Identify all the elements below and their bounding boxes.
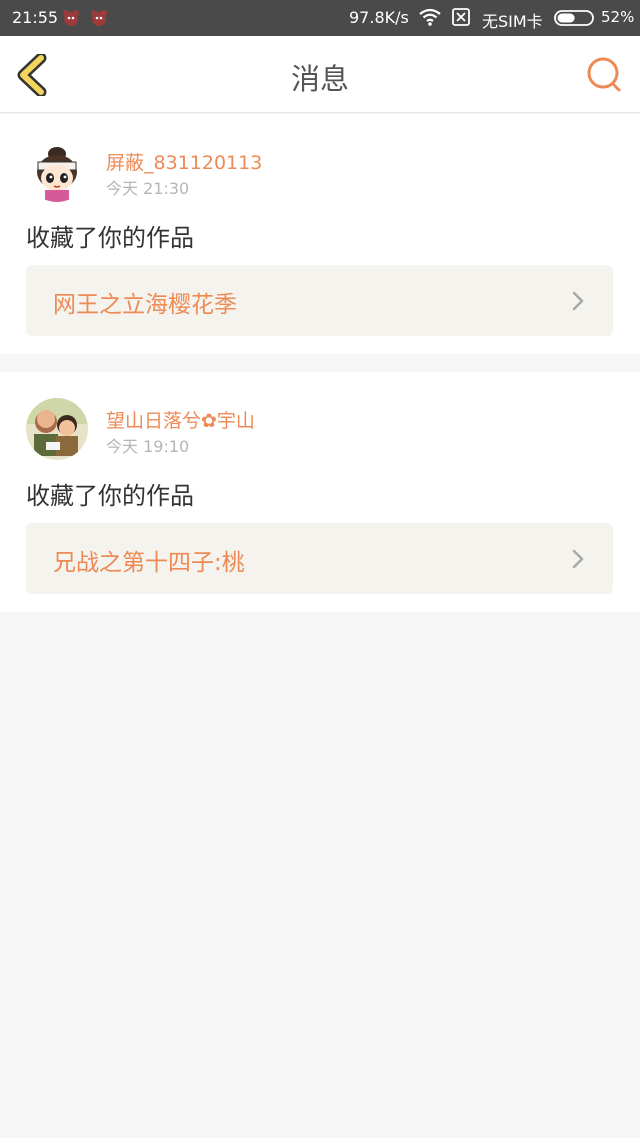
work-link[interactable]: 网王之立海樱花季 <box>26 265 613 336</box>
notification-action: 收藏了你的作品 <box>26 224 194 252</box>
battery-icon <box>554 10 594 26</box>
app-header: 消息 <box>0 36 640 113</box>
status-bar: 21:55 97.8K/s 无SIM卡 52% <box>0 0 640 36</box>
status-time: 21:55 <box>12 8 59 27</box>
sim-status: 无SIM卡 <box>482 12 543 31</box>
username[interactable]: 望山日落兮✿宇山 <box>106 406 255 433</box>
work-title: 网王之立海樱花季 <box>53 292 237 318</box>
notification-app-icon <box>63 10 79 26</box>
notification-card: 望山日落兮✿宇山 今天 19:10 收藏了你的作品 兄战之第十四子:桃 <box>0 372 640 612</box>
notification-app-icon <box>91 10 107 26</box>
chevron-right-icon <box>572 291 584 311</box>
network-speed: 97.8K/s <box>349 8 409 27</box>
work-title: 兄战之第十四子:桃 <box>53 550 245 576</box>
search-icon[interactable] <box>584 56 624 94</box>
timestamp: 今天 21:30 <box>106 179 190 198</box>
timestamp: 今天 19:10 <box>106 437 190 456</box>
username[interactable]: 屏蔽_831120113 <box>106 148 262 175</box>
battery-percent: 52% <box>601 8 635 26</box>
wifi-icon <box>419 8 441 26</box>
chevron-right-icon <box>572 549 584 569</box>
notification-card: 屏蔽_831120113 今天 21:30 收藏了你的作品 网王之立海樱花季 <box>0 114 640 354</box>
no-sim-icon <box>452 8 470 26</box>
avatar[interactable] <box>26 140 88 202</box>
page-title: 消息 <box>290 62 349 96</box>
work-link[interactable]: 兄战之第十四子:桃 <box>26 523 613 594</box>
notification-action: 收藏了你的作品 <box>26 482 194 510</box>
avatar[interactable] <box>26 398 88 460</box>
